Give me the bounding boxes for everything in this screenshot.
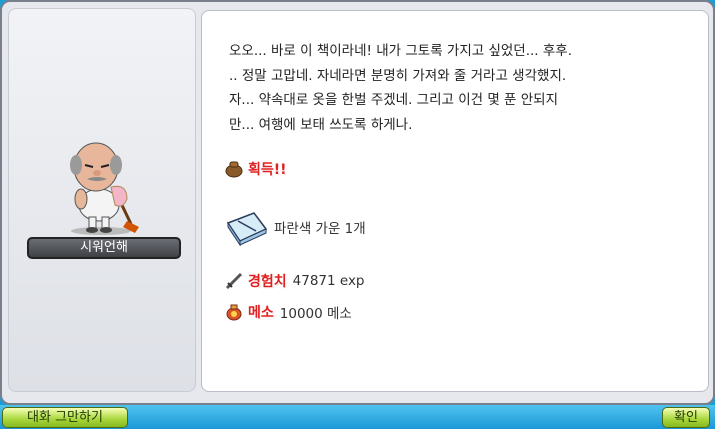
meso-bag-icon bbox=[226, 304, 242, 321]
reward-exp-row: 경험치 47871 exp bbox=[224, 271, 365, 291]
reward-header-row: 획득!! bbox=[224, 159, 287, 179]
reward-header: 획득!! bbox=[248, 162, 287, 178]
reward-bag-icon bbox=[225, 161, 243, 178]
npc-panel: 시워언해 bbox=[8, 8, 196, 392]
reward-meso-row: 메소 10000 메소 bbox=[224, 302, 352, 322]
end-chat-button[interactable]: 대화 그만하기 bbox=[2, 407, 128, 428]
exp-value: 47871 exp bbox=[292, 273, 365, 289]
bottom-button-bar: 대화 그만하기 확인 bbox=[0, 405, 715, 429]
npc-dialog-window: 시워언해 오오... 바로 이 책이라네! 내가 그토록 가지고 싶었던... … bbox=[0, 0, 715, 405]
reward-item-text: 파란색 가운 1개 bbox=[274, 221, 366, 237]
exp-label: 경험치 bbox=[248, 274, 287, 290]
blue-gown-icon[interactable] bbox=[224, 207, 268, 247]
dialog-message: 오오... 바로 이 책이라네! 내가 그토록 가지고 싶었던... 후후. .… bbox=[229, 43, 573, 133]
dialog-text-panel: 오오... 바로 이 책이라네! 내가 그토록 가지고 싶었던... 후후. .… bbox=[201, 10, 709, 392]
sword-icon bbox=[225, 272, 243, 290]
npc-portrait bbox=[70, 142, 139, 235]
meso-value: 10000 메소 bbox=[279, 306, 352, 322]
npc-name-plate: 시워언해 bbox=[27, 237, 181, 259]
reward-item-row: 파란색 가운 1개 bbox=[224, 207, 366, 247]
meso-label: 메소 bbox=[248, 305, 274, 321]
confirm-button[interactable]: 확인 bbox=[662, 407, 710, 428]
